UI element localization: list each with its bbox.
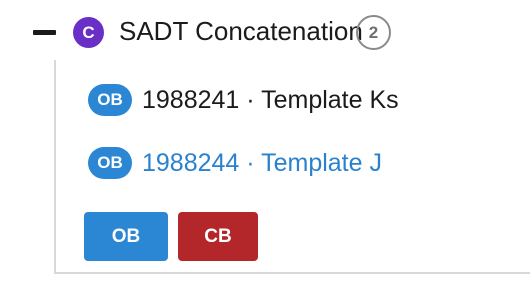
- item-link[interactable]: 1988244 · Template J: [142, 146, 382, 180]
- ob-badge: OB: [88, 147, 132, 179]
- ob-badge: OB: [88, 84, 132, 116]
- type-badge: C: [73, 17, 104, 48]
- cb-button[interactable]: CB: [178, 212, 258, 261]
- group-title: SADT Concatenation: [119, 16, 363, 46]
- collapse-toggle[interactable]: [33, 30, 56, 35]
- item-text: 1988241 · Template Ks: [142, 86, 399, 114]
- ob-button[interactable]: OB: [84, 212, 168, 261]
- count-badge: 2: [356, 15, 391, 50]
